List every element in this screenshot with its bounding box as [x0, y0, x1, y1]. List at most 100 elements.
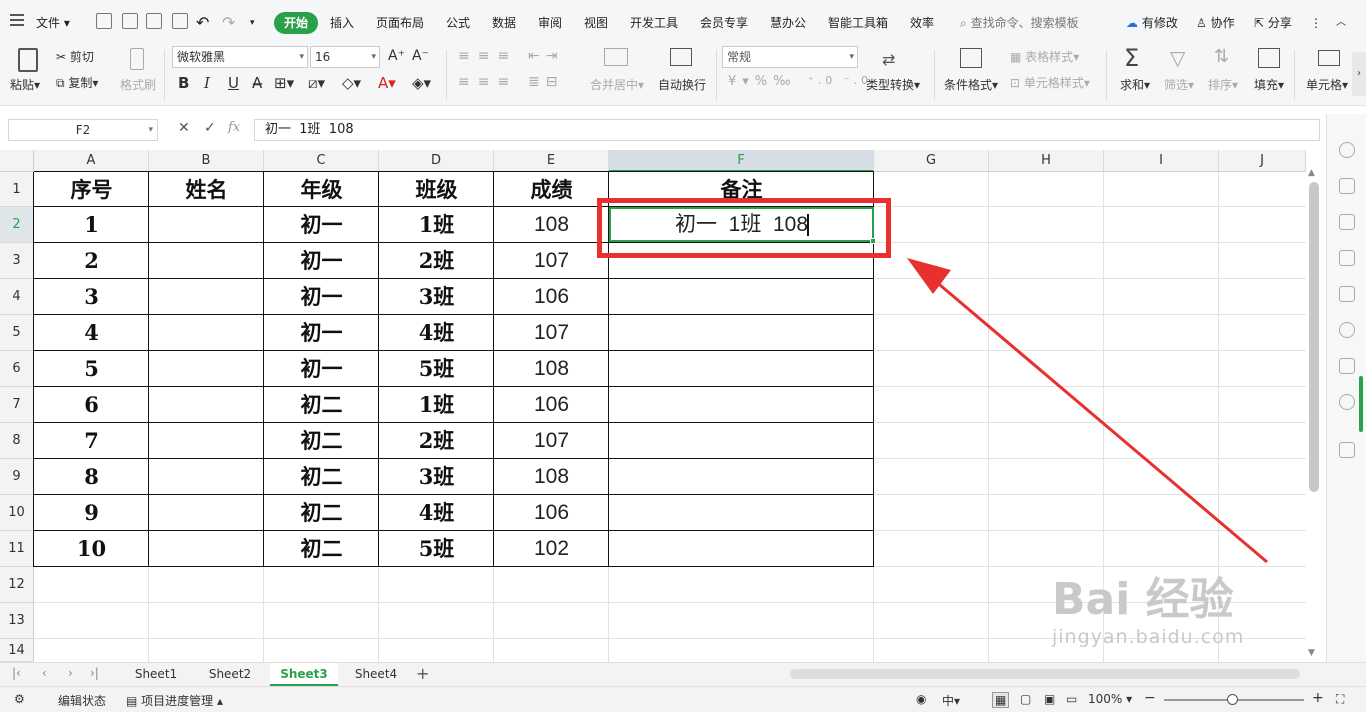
header-cell-e[interactable]: 成绩 — [494, 172, 609, 207]
table-style-button[interactable]: ▦ 表格样式▾ — [1010, 48, 1079, 65]
quick-access-more-icon[interactable]: ▾ — [250, 12, 255, 34]
sheet-tab-sheet2[interactable]: Sheet2 — [196, 663, 264, 686]
table-cell-b4[interactable] — [149, 279, 264, 315]
table-cell-c11[interactable]: 初二 — [264, 531, 379, 567]
table-cell-e8[interactable]: 107 — [494, 423, 609, 459]
underline-button[interactable]: U — [228, 74, 239, 92]
bold-button[interactable]: B — [178, 74, 189, 92]
confirm-icon[interactable]: ✓ — [204, 120, 216, 136]
tab-review[interactable]: 审阅 — [538, 12, 562, 34]
cancel-icon[interactable]: ✕ — [178, 120, 190, 136]
table-cell-e9[interactable]: 108 — [494, 459, 609, 495]
row-header-7[interactable]: 7 — [0, 387, 34, 423]
table-cell-b10[interactable] — [149, 495, 264, 531]
page-break-view-icon[interactable]: ▣ — [1044, 692, 1055, 706]
table-cell-a9[interactable]: 8 — [34, 459, 149, 495]
table-cell-d8[interactable]: 2班 — [379, 423, 494, 459]
table-cell-b5[interactable] — [149, 315, 264, 351]
help-icon[interactable] — [1339, 394, 1355, 410]
table-cell-d5[interactable]: 4班 — [379, 315, 494, 351]
file-menu[interactable]: 文件 ▾ — [36, 12, 70, 34]
table-cell-c6[interactable]: 初一 — [264, 351, 379, 387]
strikethrough-icon[interactable]: A̶ — [252, 74, 262, 92]
table-cell-c2[interactable]: 初一 — [264, 207, 379, 243]
sheet-tab-sheet1[interactable]: Sheet1 — [122, 663, 190, 686]
row-header-12[interactable]: 12 — [0, 567, 34, 603]
share-button[interactable]: ⇱ 分享 — [1254, 12, 1292, 34]
header-cell-b[interactable]: 姓名 — [149, 172, 264, 207]
cut-button[interactable]: ✂ 剪切 — [56, 48, 94, 65]
table-cell-b7[interactable] — [149, 387, 264, 423]
format-painter-button[interactable]: 格式刷 — [120, 76, 156, 93]
row-header-8[interactable]: 8 — [0, 423, 34, 459]
collapse-ribbon-icon[interactable]: ︿ — [1336, 12, 1346, 34]
vertical-scroll-thumb[interactable] — [1309, 182, 1319, 492]
image-icon[interactable] — [1339, 286, 1355, 302]
column-header-a[interactable]: A — [34, 150, 149, 172]
row-header-3[interactable]: 3 — [0, 243, 34, 279]
tab-data[interactable]: 数据 — [492, 12, 516, 34]
column-header-i[interactable]: I — [1104, 150, 1219, 172]
filter-button[interactable]: 筛选▾ — [1164, 76, 1194, 93]
tab-home[interactable]: 开始 — [274, 12, 319, 34]
column-header-c[interactable]: C — [264, 150, 379, 172]
align-left-icons[interactable]: ≡≡≡ — [458, 74, 517, 90]
table-cell-d7[interactable]: 1班 — [379, 387, 494, 423]
header-cell-c[interactable]: 年级 — [264, 172, 379, 207]
zoom-slider-thumb[interactable] — [1227, 694, 1238, 705]
rocket-icon[interactable] — [1339, 142, 1355, 158]
row-header-6[interactable]: 6 — [0, 351, 34, 387]
paste-button[interactable]: 粘贴▾ — [10, 76, 40, 93]
column-header-f[interactable]: F — [609, 150, 874, 172]
row-header-10[interactable]: 10 — [0, 495, 34, 531]
formula-input[interactable]: 初一 1班 108 — [254, 119, 1320, 141]
tab-member[interactable]: 会员专享 — [700, 12, 748, 34]
header-cell-d[interactable]: 班级 — [379, 172, 494, 207]
table-cell-a7[interactable]: 6 — [34, 387, 149, 423]
settings-sliders-icon[interactable] — [1339, 214, 1355, 230]
wrap-text-button[interactable]: 自动换行 — [658, 76, 706, 93]
table-cell-e4[interactable]: 106 — [494, 279, 609, 315]
fill-color-icon[interactable]: ◇▾ — [342, 74, 361, 92]
row-header-11[interactable]: 11 — [0, 531, 34, 567]
share-gallery-icon[interactable] — [1339, 442, 1355, 458]
type-convert-button[interactable]: 类型转换▾ — [866, 76, 920, 93]
display-icon[interactable] — [1339, 358, 1355, 374]
sheet-tab-sheet3[interactable]: Sheet3 — [270, 663, 338, 686]
row-header-5[interactable]: 5 — [0, 315, 34, 351]
spreadsheet-grid[interactable]: ABCDEFGHIJ 1 2 3 4 5 6 7 8 9 10 11 12 13 14 序号 姓名 年级 班级成… — [0, 150, 1306, 662]
table-cell-b11[interactable] — [149, 531, 264, 567]
align-top-icons[interactable]: ≡≡≡ — [458, 48, 517, 64]
table-cell-f4[interactable] — [609, 279, 874, 315]
column-header-d[interactable]: D — [379, 150, 494, 172]
export-pdf-icon[interactable] — [122, 13, 138, 29]
prev-sheet-icon[interactable]: ‹ — [42, 666, 47, 680]
table-cell-b8[interactable] — [149, 423, 264, 459]
table-cell-e5[interactable]: 107 — [494, 315, 609, 351]
sum-button[interactable]: 求和▾ — [1120, 76, 1150, 93]
table-cell-e2[interactable]: 108 — [494, 207, 609, 243]
table-cell-a6[interactable]: 5 — [34, 351, 149, 387]
table-cell-a11[interactable]: 10 — [34, 531, 149, 567]
ribbon-scroll-right-icon[interactable]: › — [1352, 52, 1366, 96]
table-cell-c9[interactable]: 初二 — [264, 459, 379, 495]
table-cell-e7[interactable]: 106 — [494, 387, 609, 423]
undo-icon[interactable]: ↶ — [196, 12, 209, 34]
crop-icon[interactable] — [1339, 250, 1355, 266]
table-cell-e3[interactable]: 107 — [494, 243, 609, 279]
table-cell-d4[interactable]: 3班 — [379, 279, 494, 315]
insert-function-icon[interactable]: fx — [228, 120, 240, 135]
row-header-1[interactable]: 1 — [0, 172, 34, 207]
table-cell-f8[interactable] — [609, 423, 874, 459]
table-cell-f7[interactable] — [609, 387, 874, 423]
table-cell-a5[interactable]: 4 — [34, 315, 149, 351]
table-cell-a2[interactable]: 1 — [34, 207, 149, 243]
tab-developer[interactable]: 开发工具 — [630, 12, 678, 34]
column-header-b[interactable]: B — [149, 150, 264, 172]
table-cell-d2[interactable]: 1班 — [379, 207, 494, 243]
font-name-select[interactable]: 微软雅黑 ▾ — [172, 46, 308, 68]
table-cell-b6[interactable] — [149, 351, 264, 387]
table-cell-f10[interactable] — [609, 495, 874, 531]
table-cell-c10[interactable]: 初二 — [264, 495, 379, 531]
tab-smart-office[interactable]: 慧办公 — [770, 12, 806, 34]
